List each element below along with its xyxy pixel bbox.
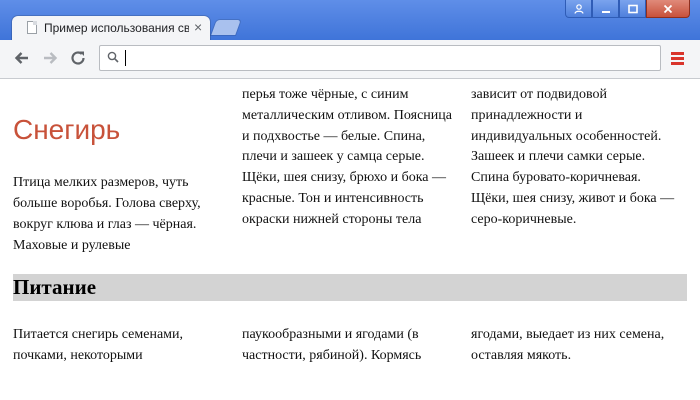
minimize-glyph [601,10,610,13]
browser-window: Пример использования свойства × [0,0,700,400]
document-icon [27,21,37,34]
reload-glyph [71,51,85,65]
menu-bar [671,62,684,65]
column-3: зависит от подвидовой принадлежности и и… [471,87,675,227]
column-1: Питается снегирь семенами, почками, неко… [13,327,184,363]
hamburger-menu-icon[interactable] [671,52,684,65]
section-heading: Питание [13,274,687,301]
browser-toolbar [0,40,700,79]
maximize-glyph [627,4,638,13]
title-bar: Пример использования свойства × [0,0,700,40]
menu-bar [671,57,684,60]
tab-title: Пример использования свойства [44,21,189,35]
back-glyph [14,52,28,64]
window-controls [565,0,690,18]
minimize-icon[interactable] [592,0,619,18]
user-icon[interactable] [565,0,592,18]
column-2: перья тоже чёрные, с синим металлическим… [242,87,452,227]
arrow-right-icon[interactable] [40,48,60,68]
arrow-left-icon[interactable] [12,48,32,68]
paragraph-text: Птица мелких размеров, чуть больше вороб… [13,175,201,253]
forward-glyph [44,52,58,64]
column-3: ягодами, выедает из них семена, оставляя… [471,327,665,363]
new-tab-button[interactable] [211,20,241,35]
reload-icon[interactable] [68,48,88,68]
search-icon [107,51,119,63]
page-content: Снегирь Птица мелких размеров, чуть боль… [0,79,700,400]
column-2: паукообразными и ягодами (в частности, р… [242,327,422,363]
article-section-feeding: Питается снегирь семенами, почками, неко… [13,325,687,400]
article-title: Снегирь [13,114,121,145]
article-section-description: Снегирь Птица мелких размеров, чуть боль… [13,85,687,255]
tab-close-icon[interactable]: × [194,19,202,35]
address-bar[interactable] [99,45,661,71]
address-input[interactable] [124,48,654,68]
maximize-icon[interactable] [619,0,646,18]
text-caret [125,50,126,66]
menu-bar [671,52,684,55]
close-glyph [663,4,673,13]
close-icon[interactable] [646,0,690,18]
user-glyph [573,3,584,14]
browser-tab[interactable]: Пример использования свойства × [12,16,210,40]
